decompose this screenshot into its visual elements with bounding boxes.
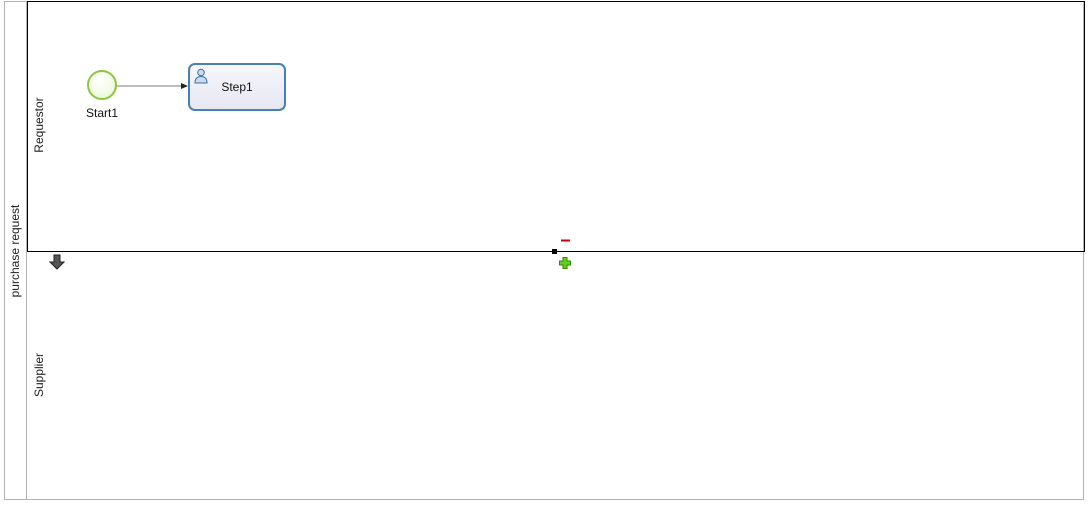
sequence-flow[interactable] [0, 0, 1092, 505]
remove-lane-icon[interactable] [561, 236, 570, 245]
user-task[interactable]: Step1 [188, 63, 286, 111]
user-task-label: Step1 [221, 80, 253, 94]
move-lane-down-icon[interactable] [49, 254, 65, 270]
add-lane-icon[interactable] [559, 257, 571, 269]
start-event[interactable] [87, 70, 117, 100]
lane-resize-handle[interactable] [552, 249, 557, 254]
start-event-label: Start1 [86, 106, 119, 120]
